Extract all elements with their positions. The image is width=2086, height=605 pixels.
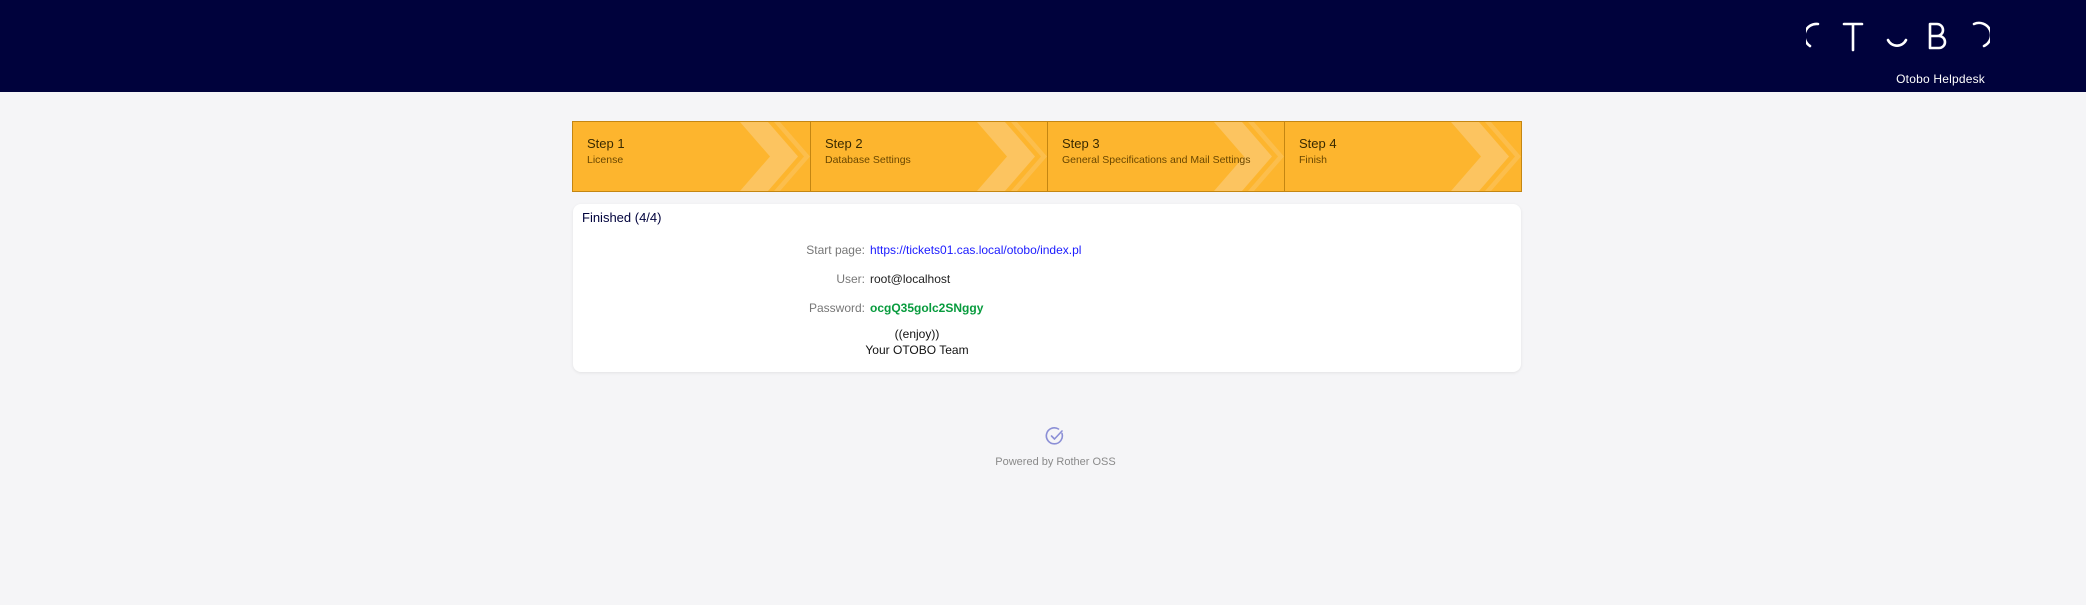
step-subtitle: Database Settings xyxy=(825,154,911,166)
powered-by-text: Powered by Rother OSS xyxy=(995,456,1116,468)
check-circle-icon xyxy=(1045,426,1065,446)
start-page-link[interactable]: https://tickets01.cas.local/otobo/index.… xyxy=(870,243,1081,257)
panel-title: Finished (4/4) xyxy=(582,210,662,225)
step-title: Step 1 xyxy=(587,136,625,151)
step-title: Step 4 xyxy=(1299,136,1337,151)
user-value: root@localhost xyxy=(870,272,951,286)
finished-panel: Finished (4/4) Start page: https://ticke… xyxy=(573,204,1521,372)
step-subtitle: License xyxy=(587,154,624,166)
step-subtitle: General Specifications and Mail Settings xyxy=(1062,154,1251,166)
closing-message: ((enjoy)) Your OTOBO Team xyxy=(573,326,1521,358)
step-1: Step 1 License xyxy=(573,122,810,191)
step-2: Step 2 Database Settings xyxy=(810,122,1047,191)
setup-steps: Step 1 License Step 2 Database Settings … xyxy=(572,121,1522,192)
start-page-label: Start page: xyxy=(806,243,865,257)
step-subtitle: Finish xyxy=(1299,154,1328,166)
step-title: Step 3 xyxy=(1062,136,1100,151)
password-label: Password: xyxy=(808,301,865,315)
otobo-logo[interactable] xyxy=(1806,20,1990,52)
user-label: User: xyxy=(836,272,865,286)
step-3: Step 3 General Specifications and Mail S… xyxy=(1047,122,1284,191)
step-title: Step 2 xyxy=(825,136,863,151)
step-4: Step 4 Finish xyxy=(1284,122,1521,191)
password-value: ocgQ35golc2SNggy xyxy=(870,301,984,315)
otobo-logo-icon xyxy=(1806,21,1990,52)
brand-name: Otobo Helpdesk xyxy=(1896,72,1985,86)
enjoy-line: ((enjoy)) xyxy=(894,327,940,341)
team-line: Your OTOBO Team xyxy=(865,343,969,357)
top-header: Otobo Helpdesk xyxy=(0,0,2086,92)
